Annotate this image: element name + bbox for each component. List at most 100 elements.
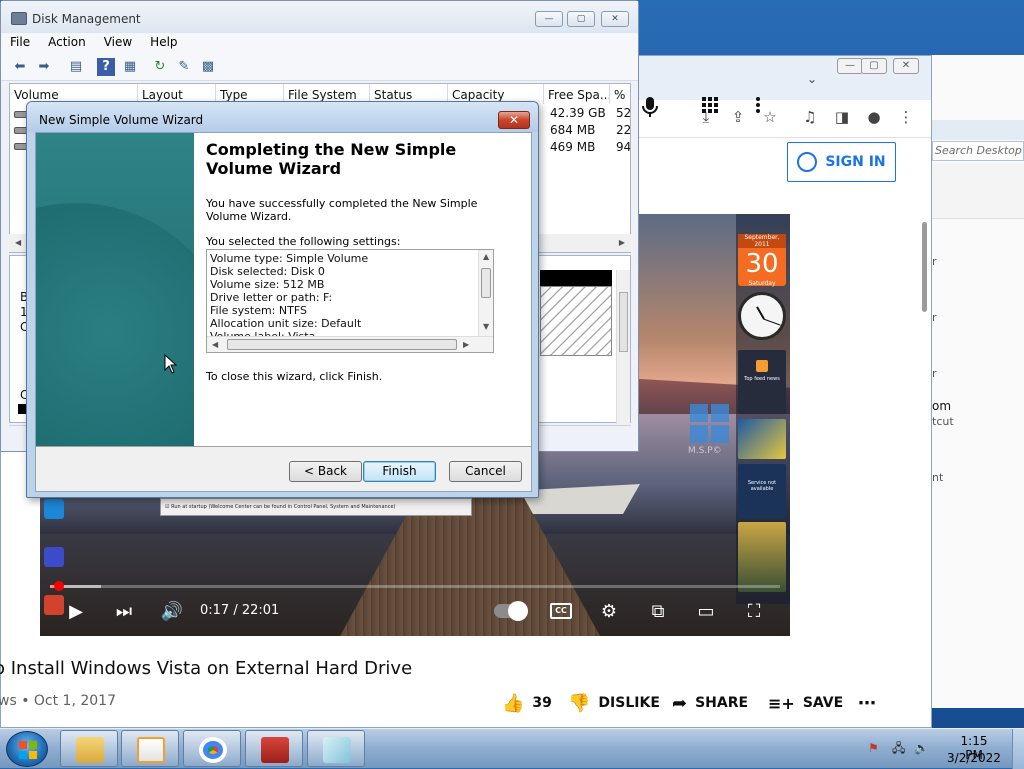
restore-button[interactable]: ▢	[861, 58, 887, 74]
settings-gear-icon[interactable]: ⚙	[597, 600, 621, 624]
minimize-button[interactable]: —	[535, 11, 563, 27]
volume-icon[interactable]: 🔈	[914, 741, 929, 755]
clock-date[interactable]: 3/2/2022	[946, 751, 1002, 765]
disk-properties-icon[interactable]: ▩	[199, 58, 217, 76]
start-button[interactable]	[6, 731, 48, 767]
chevron-down-icon[interactable]: ⌄	[807, 72, 817, 86]
autoplay-toggle[interactable]	[494, 601, 528, 621]
scrollbar-thumb[interactable]	[481, 268, 491, 298]
gadget-sidebar: September, 2011 30 Saturday Top feed new…	[736, 214, 790, 604]
console-tree-icon[interactable]: ▤	[67, 58, 85, 76]
media-player-icon	[137, 737, 165, 763]
more-options-icon[interactable]	[752, 95, 764, 115]
maximize-button[interactable]: ▢	[567, 11, 595, 27]
folder-icon	[76, 737, 104, 763]
menu-file[interactable]: File	[1, 33, 39, 53]
menu-bar: File Action View Help	[1, 33, 638, 53]
like-count: 39	[532, 695, 552, 711]
profile-icon[interactable]: ●	[863, 106, 885, 128]
play-icon[interactable]: ▶	[64, 600, 88, 624]
back-arrow-icon[interactable]: ⬅	[11, 58, 29, 76]
cancel-button[interactable]: Cancel	[449, 461, 522, 482]
settings-vscroll[interactable]: ▲ ▼	[478, 250, 493, 336]
forward-arrow-icon[interactable]: ➡	[35, 58, 53, 76]
notepad-icon	[323, 737, 351, 763]
side-panel-icon[interactable]: ◨	[831, 106, 853, 128]
scroll-right-icon[interactable]: ▶	[463, 340, 469, 349]
calendar-weekday: Saturday	[748, 280, 776, 287]
progress-bar[interactable]	[50, 581, 780, 591]
dislike-button[interactable]: 👎 DISLIKE	[568, 692, 660, 714]
account-icon	[797, 152, 818, 172]
free-space-cell: 42.39 GB	[550, 106, 606, 120]
close-button[interactable]: ✕	[498, 111, 530, 129]
scroll-left-icon[interactable]: ◀	[212, 340, 218, 349]
close-button[interactable]: ✕	[893, 58, 919, 74]
save-button[interactable]: ≡+ SAVE	[768, 692, 843, 714]
volume-icon[interactable]: 🔊	[160, 600, 184, 624]
percent-free-cell: 94	[616, 140, 631, 154]
windows-gadget	[738, 522, 786, 592]
scroll-down-icon[interactable]: ▼	[483, 322, 489, 331]
column-header-free-space[interactable]: Free Spa...	[544, 84, 610, 104]
partition-block[interactable]	[540, 286, 612, 356]
calendar-gadget: September, 2011 30 Saturday	[738, 234, 786, 287]
panel-fragment: tcut	[932, 415, 954, 428]
taskbar-chrome[interactable]	[183, 730, 241, 767]
settings-listbox[interactable]: Volume type: Simple Volume Disk selected…	[206, 249, 494, 353]
more-actions-icon[interactable]: ⋯	[858, 692, 876, 714]
taskbar-notepad[interactable]	[307, 730, 365, 767]
share-button[interactable]: ➦ SHARE	[672, 692, 748, 714]
taskbar-explorer[interactable]	[60, 730, 118, 767]
wizard-banner-image	[36, 133, 194, 446]
close-button[interactable]: ✕	[601, 11, 629, 27]
network-icon[interactable]: 🖧	[892, 741, 906, 755]
like-button[interactable]: 👍 39	[502, 692, 552, 714]
sign-in-button[interactable]: SIGN IN	[787, 142, 896, 182]
panel-header	[932, 163, 1024, 219]
scroll-left-icon[interactable]: ◀	[15, 238, 21, 247]
setting-line: Volume size: 512 MB	[210, 278, 325, 291]
new-simple-volume-wizard: New Simple Volume Wizard ✕ Completing th…	[26, 101, 539, 498]
dislike-label: DISLIKE	[598, 695, 660, 711]
scrollbar-thumb[interactable]	[922, 222, 927, 312]
wizard-frame: Completing the New Simple Volume Wizard …	[35, 132, 532, 492]
scrollbar-thumb[interactable]	[227, 339, 457, 350]
minimize-button[interactable]: —	[837, 58, 863, 74]
taskbar-media-player[interactable]	[121, 730, 179, 767]
scroll-up-icon[interactable]: ▲	[483, 252, 489, 261]
graphical-view-vscroll[interactable]	[616, 270, 630, 424]
scrollbar-thumb[interactable]	[619, 292, 628, 352]
add-playlist-icon: ≡+	[768, 693, 795, 713]
rescan-icon[interactable]: ✎	[175, 58, 193, 76]
action-center-icon[interactable]: ⚑	[868, 741, 882, 755]
menu-action[interactable]: Action	[39, 33, 95, 53]
theater-mode-icon[interactable]: ▭	[694, 600, 718, 624]
fullscreen-icon[interactable]: ⛶	[742, 600, 766, 624]
miniplayer-icon[interactable]: ⧉	[646, 600, 670, 624]
show-desktop-button[interactable]	[1012, 729, 1024, 769]
thumbs-up-icon: 👍	[502, 692, 525, 714]
media-control-icon[interactable]: ♫	[799, 106, 821, 128]
settings-hscroll[interactable]: ◀ ▶	[207, 336, 493, 352]
page-scrollbar[interactable]	[919, 142, 929, 726]
window-title: Disk Management	[32, 12, 141, 26]
microphone-icon[interactable]	[640, 95, 660, 119]
properties-icon[interactable]: ▦	[121, 58, 139, 76]
column-header-percent-free[interactable]: % F	[610, 84, 630, 104]
share-page-icon[interactable]: ⇪	[727, 106, 749, 128]
scroll-right-icon[interactable]: ▶	[619, 238, 625, 247]
search-desktop-input[interactable]: Search Desktop	[932, 141, 1024, 161]
next-icon[interactable]: ⏭	[112, 600, 136, 624]
menu-help[interactable]: Help	[141, 33, 186, 53]
taskbar-toolbox[interactable]	[245, 730, 303, 767]
menu-view[interactable]: View	[95, 33, 141, 53]
finish-button[interactable]: Finish	[363, 461, 436, 482]
save-label: SAVE	[802, 695, 844, 711]
refresh-icon[interactable]: ↻	[151, 58, 169, 76]
help-icon[interactable]: ?	[97, 58, 115, 76]
back-button[interactable]: < Back	[289, 461, 362, 482]
chrome-menu-icon[interactable]: ⋮	[895, 106, 917, 128]
subtitles-icon[interactable]: CC	[550, 603, 572, 619]
apps-grid-icon[interactable]	[700, 95, 720, 115]
